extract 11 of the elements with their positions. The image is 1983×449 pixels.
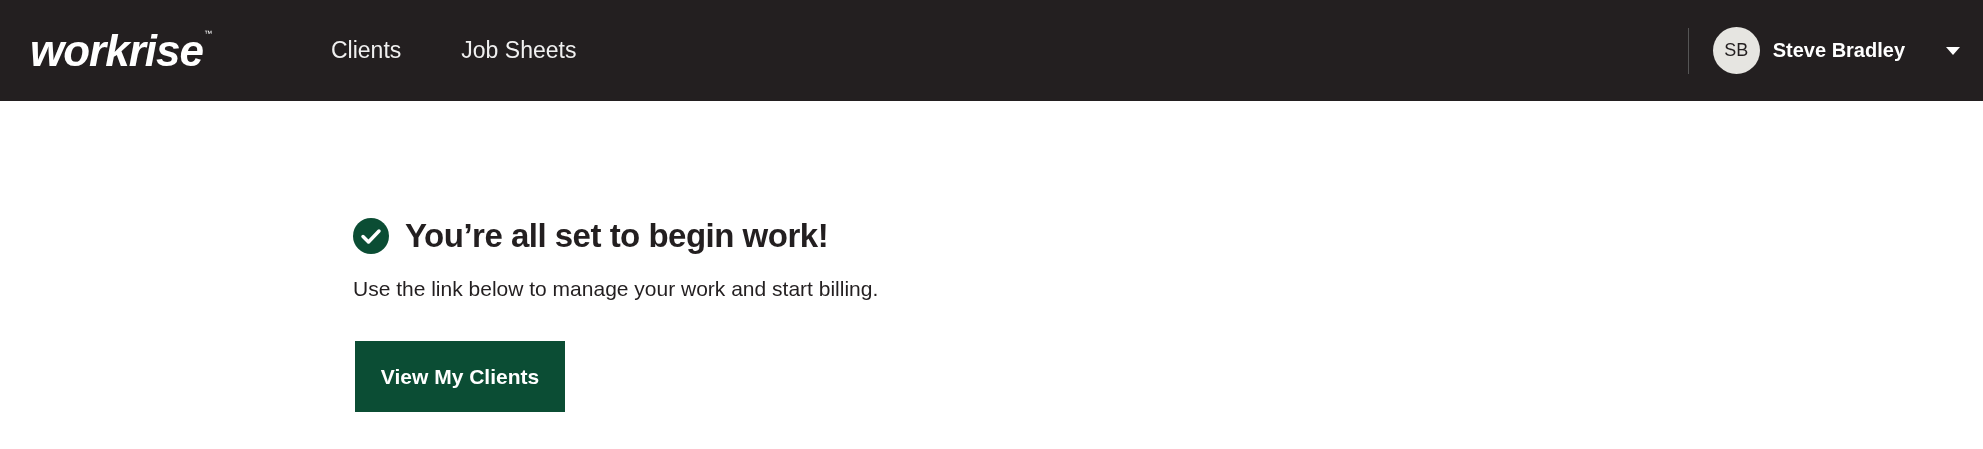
avatar[interactable]: SB — [1712, 27, 1760, 74]
check-icon — [353, 218, 389, 254]
caret-icon[interactable] — [1945, 45, 1961, 56]
logo[interactable]: workrise — [30, 28, 203, 73]
view-clients-button[interactable]: View My Clients — [355, 341, 565, 412]
nav-link[interactable]: Clients — [331, 37, 402, 64]
success-heading: You’re all set to begin work! — [405, 217, 829, 255]
user-name[interactable]: Steve Bradley — [1772, 39, 1905, 62]
nav-link[interactable]: Job Sheets — [461, 37, 577, 64]
trademark-mark: ™ — [204, 28, 212, 38]
instruction-text: Use the link below to manage your work and start billing. — [353, 277, 880, 301]
